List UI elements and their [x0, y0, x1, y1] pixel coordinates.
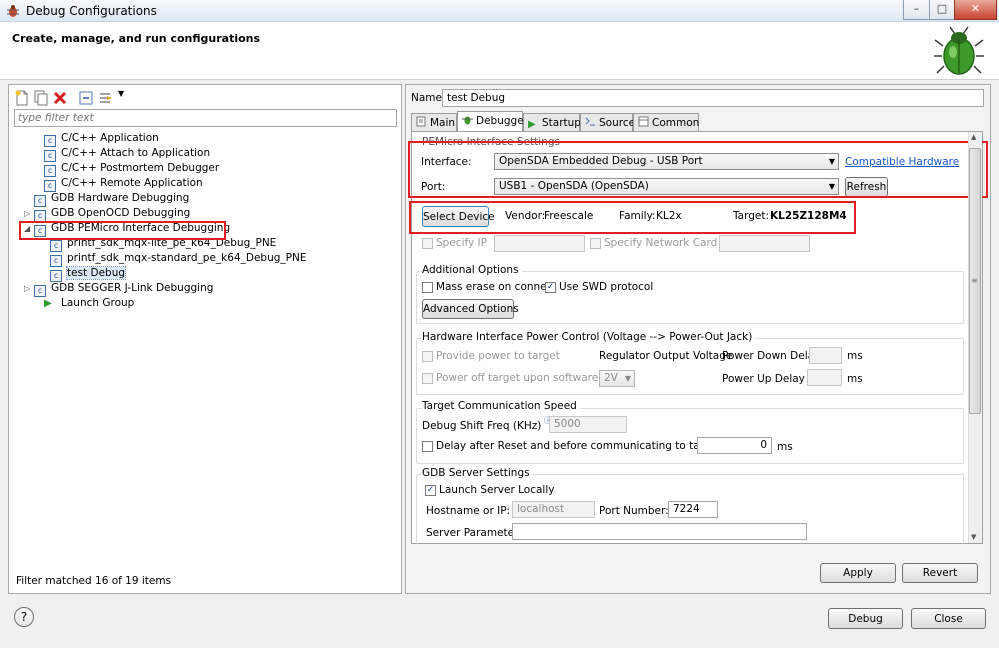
revert-button[interactable]: Revert [902, 563, 978, 583]
ip-input[interactable] [494, 235, 585, 252]
power-up-label: Power Up Delay [722, 373, 805, 385]
expand-icon[interactable]: ▷ [24, 206, 34, 221]
power-control-group [416, 338, 964, 395]
regulator-label: Regulator Output Voltage [599, 350, 733, 362]
dialog-header: Create, manage, and run configurations [0, 22, 999, 80]
tree-item[interactable]: c GDB Hardware Debugging [20, 191, 400, 207]
delay-checkbox[interactable] [422, 441, 433, 452]
tree-item[interactable]: ▶ Launch Group [20, 296, 400, 311]
main-tab-icon [416, 116, 426, 127]
title-bar: Debug Configurations – □ ✕ [0, 0, 999, 22]
ms-label: ms [777, 441, 793, 453]
specify-network-label: Specify Network Card IP [604, 237, 731, 249]
view-menu-chevron-icon[interactable]: ▼ [118, 89, 124, 98]
debugger-tab-icon [462, 116, 473, 125]
chevron-down-icon: ▼ [624, 374, 631, 383]
collapse-all-icon[interactable] [78, 90, 94, 106]
bug-icon [934, 26, 984, 75]
launch-group-icon: ▶ [44, 298, 52, 309]
hostname-label: Hostname or IP: [426, 505, 511, 517]
hostname-input[interactable]: localhost [512, 501, 595, 518]
maximize-button[interactable]: □ [929, 0, 955, 20]
debug-bug-icon [7, 5, 19, 17]
ms-label: ms [847, 373, 863, 385]
network-ip-input[interactable] [719, 235, 810, 252]
tab-common[interactable]: Common [633, 113, 699, 132]
header-title: Create, manage, and run configurations [12, 32, 261, 45]
tab-startup[interactable]: ▶ Startup [523, 113, 581, 132]
new-configuration-icon[interactable] [14, 90, 30, 106]
highlight-box-tree [19, 221, 226, 240]
highlight-box-interface [408, 141, 988, 198]
close-window-button[interactable]: ✕ [954, 0, 997, 20]
close-button[interactable]: Close [911, 608, 986, 629]
shift-freq-label: Debug Shift Freq (KHz) [422, 420, 542, 432]
power-down-input[interactable] [809, 347, 842, 364]
additional-options-title: Additional Options [422, 264, 522, 276]
apply-button[interactable]: Apply [820, 563, 896, 583]
tree-item[interactable]: c C/C++ Remote Application [20, 176, 400, 192]
power-off-checkbox[interactable] [422, 373, 433, 384]
common-tab-icon [638, 116, 649, 127]
scroll-up-icon[interactable]: ▲ [971, 133, 976, 141]
speed-group [416, 408, 964, 464]
scroll-down-icon[interactable]: ▼ [971, 533, 976, 541]
use-swd-checkbox[interactable]: ✓ [545, 282, 556, 293]
startup-tab-icon: ▶ [528, 119, 536, 130]
ms-label: ms [847, 350, 863, 362]
provide-power-checkbox[interactable] [422, 351, 433, 362]
specify-network-checkbox[interactable] [590, 238, 601, 249]
debug-button[interactable]: Debug [828, 608, 903, 629]
grip-icon: ≡ [971, 276, 978, 285]
tree-item[interactable]: ▷ c GDB SEGGER J-Link Debugging [20, 281, 400, 297]
power-control-title: Hardware Interface Power Control (Voltag… [422, 331, 756, 343]
advanced-options-button[interactable]: Advanced Options [422, 299, 519, 319]
shift-freq-input[interactable]: 5000 [549, 416, 627, 433]
delete-icon[interactable] [52, 90, 68, 106]
delay-label: Delay after Reset and before communicati… [436, 440, 739, 452]
name-input[interactable]: test Debug [442, 89, 984, 107]
tree-item[interactable]: c C/C++ Postmortem Debugger [20, 161, 400, 177]
voltage-select[interactable]: 2V ▼ [599, 370, 635, 387]
window-title: Debug Configurations [26, 4, 157, 18]
duplicate-icon[interactable] [33, 90, 49, 106]
tree-item[interactable]: c C/C++ Attach to Application [20, 146, 400, 162]
help-icon[interactable]: ? [14, 607, 34, 627]
filter-input[interactable] [14, 109, 397, 127]
tab-main[interactable]: Main [411, 113, 457, 132]
mass-erase-checkbox[interactable] [422, 282, 433, 293]
source-tab-icon [585, 117, 595, 126]
launch-locally-label: Launch Server Locally [439, 484, 555, 496]
power-off-label: Power off target upon software exit [436, 372, 622, 384]
filter-icon[interactable] [98, 90, 114, 106]
tree-item-selected[interactable]: c test Debug [20, 266, 400, 282]
tab-source[interactable]: Source [580, 113, 635, 132]
provide-power-label: Provide power to target [436, 350, 560, 362]
delay-input[interactable]: 0 [697, 437, 772, 454]
port-number-label: Port Number: [599, 505, 669, 517]
tree-item[interactable]: c printf_sdk_mqx-standard_pe_k64_Debug_PN… [20, 251, 400, 267]
expand-icon[interactable]: ▷ [24, 281, 34, 296]
tab-debugger[interactable]: Debugger [457, 111, 528, 132]
tree-item[interactable]: ▷ c GDB OpenOCD Debugging [20, 206, 400, 222]
tree-item[interactable]: c C/C++ Application [20, 131, 400, 147]
port-number-input[interactable]: 7224 [668, 501, 718, 518]
tree-toolbar: ▼ [14, 87, 134, 107]
power-up-input[interactable] [807, 369, 842, 386]
highlight-box-device [409, 201, 856, 234]
specify-ip-checkbox[interactable] [422, 238, 433, 249]
name-label: Name: [411, 92, 446, 104]
launch-locally-checkbox[interactable]: ✓ [425, 485, 436, 496]
use-swd-label: Use SWD protocol [559, 281, 654, 293]
gdb-server-title: GDB Server Settings [422, 467, 533, 479]
speed-title: Target Communication Speed [422, 400, 580, 412]
filter-status: Filter matched 16 of 19 items [16, 575, 172, 587]
power-down-label: Power Down Delay [722, 350, 821, 362]
specify-ip-label: Specify IP [436, 237, 487, 249]
server-params-input[interactable] [512, 523, 807, 540]
minimize-button[interactable]: – [903, 0, 930, 20]
mass-erase-label: Mass erase on connect [436, 281, 557, 293]
